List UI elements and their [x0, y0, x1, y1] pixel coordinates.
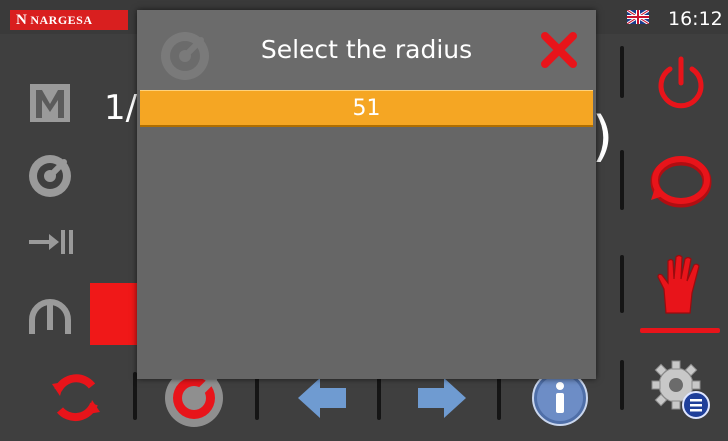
stop-arrow-icon[interactable] [22, 214, 78, 270]
select-radius-dialog: Select the radius 51 [137, 10, 596, 379]
uk-flag-icon[interactable] [627, 10, 649, 24]
clock: 16:12 [668, 8, 723, 30]
m-mode-icon[interactable] [22, 75, 78, 131]
status-indicator [90, 283, 140, 345]
reset-arrows-icon[interactable] [44, 366, 108, 430]
close-icon[interactable] [539, 30, 579, 70]
separator [620, 150, 624, 210]
dialog-title: Select the radius [260, 35, 473, 64]
separator [497, 372, 501, 420]
separator [620, 360, 624, 410]
brand-logo: N NARGESA [10, 10, 128, 30]
mode-value: 1/ [104, 88, 138, 128]
manual-hand-icon[interactable] [646, 252, 716, 316]
separator [620, 46, 624, 98]
separator [133, 372, 137, 420]
power-icon[interactable] [646, 50, 716, 114]
separator [620, 255, 624, 313]
gauge-icon[interactable] [22, 148, 78, 204]
settings-icon[interactable] [646, 358, 716, 422]
cycle-icon[interactable] [646, 150, 716, 214]
radius-option-row[interactable]: 51 [140, 90, 593, 127]
separator [377, 372, 381, 420]
manual-active-indicator [640, 328, 720, 333]
arc-icon[interactable] [22, 286, 78, 342]
separator [255, 372, 259, 420]
